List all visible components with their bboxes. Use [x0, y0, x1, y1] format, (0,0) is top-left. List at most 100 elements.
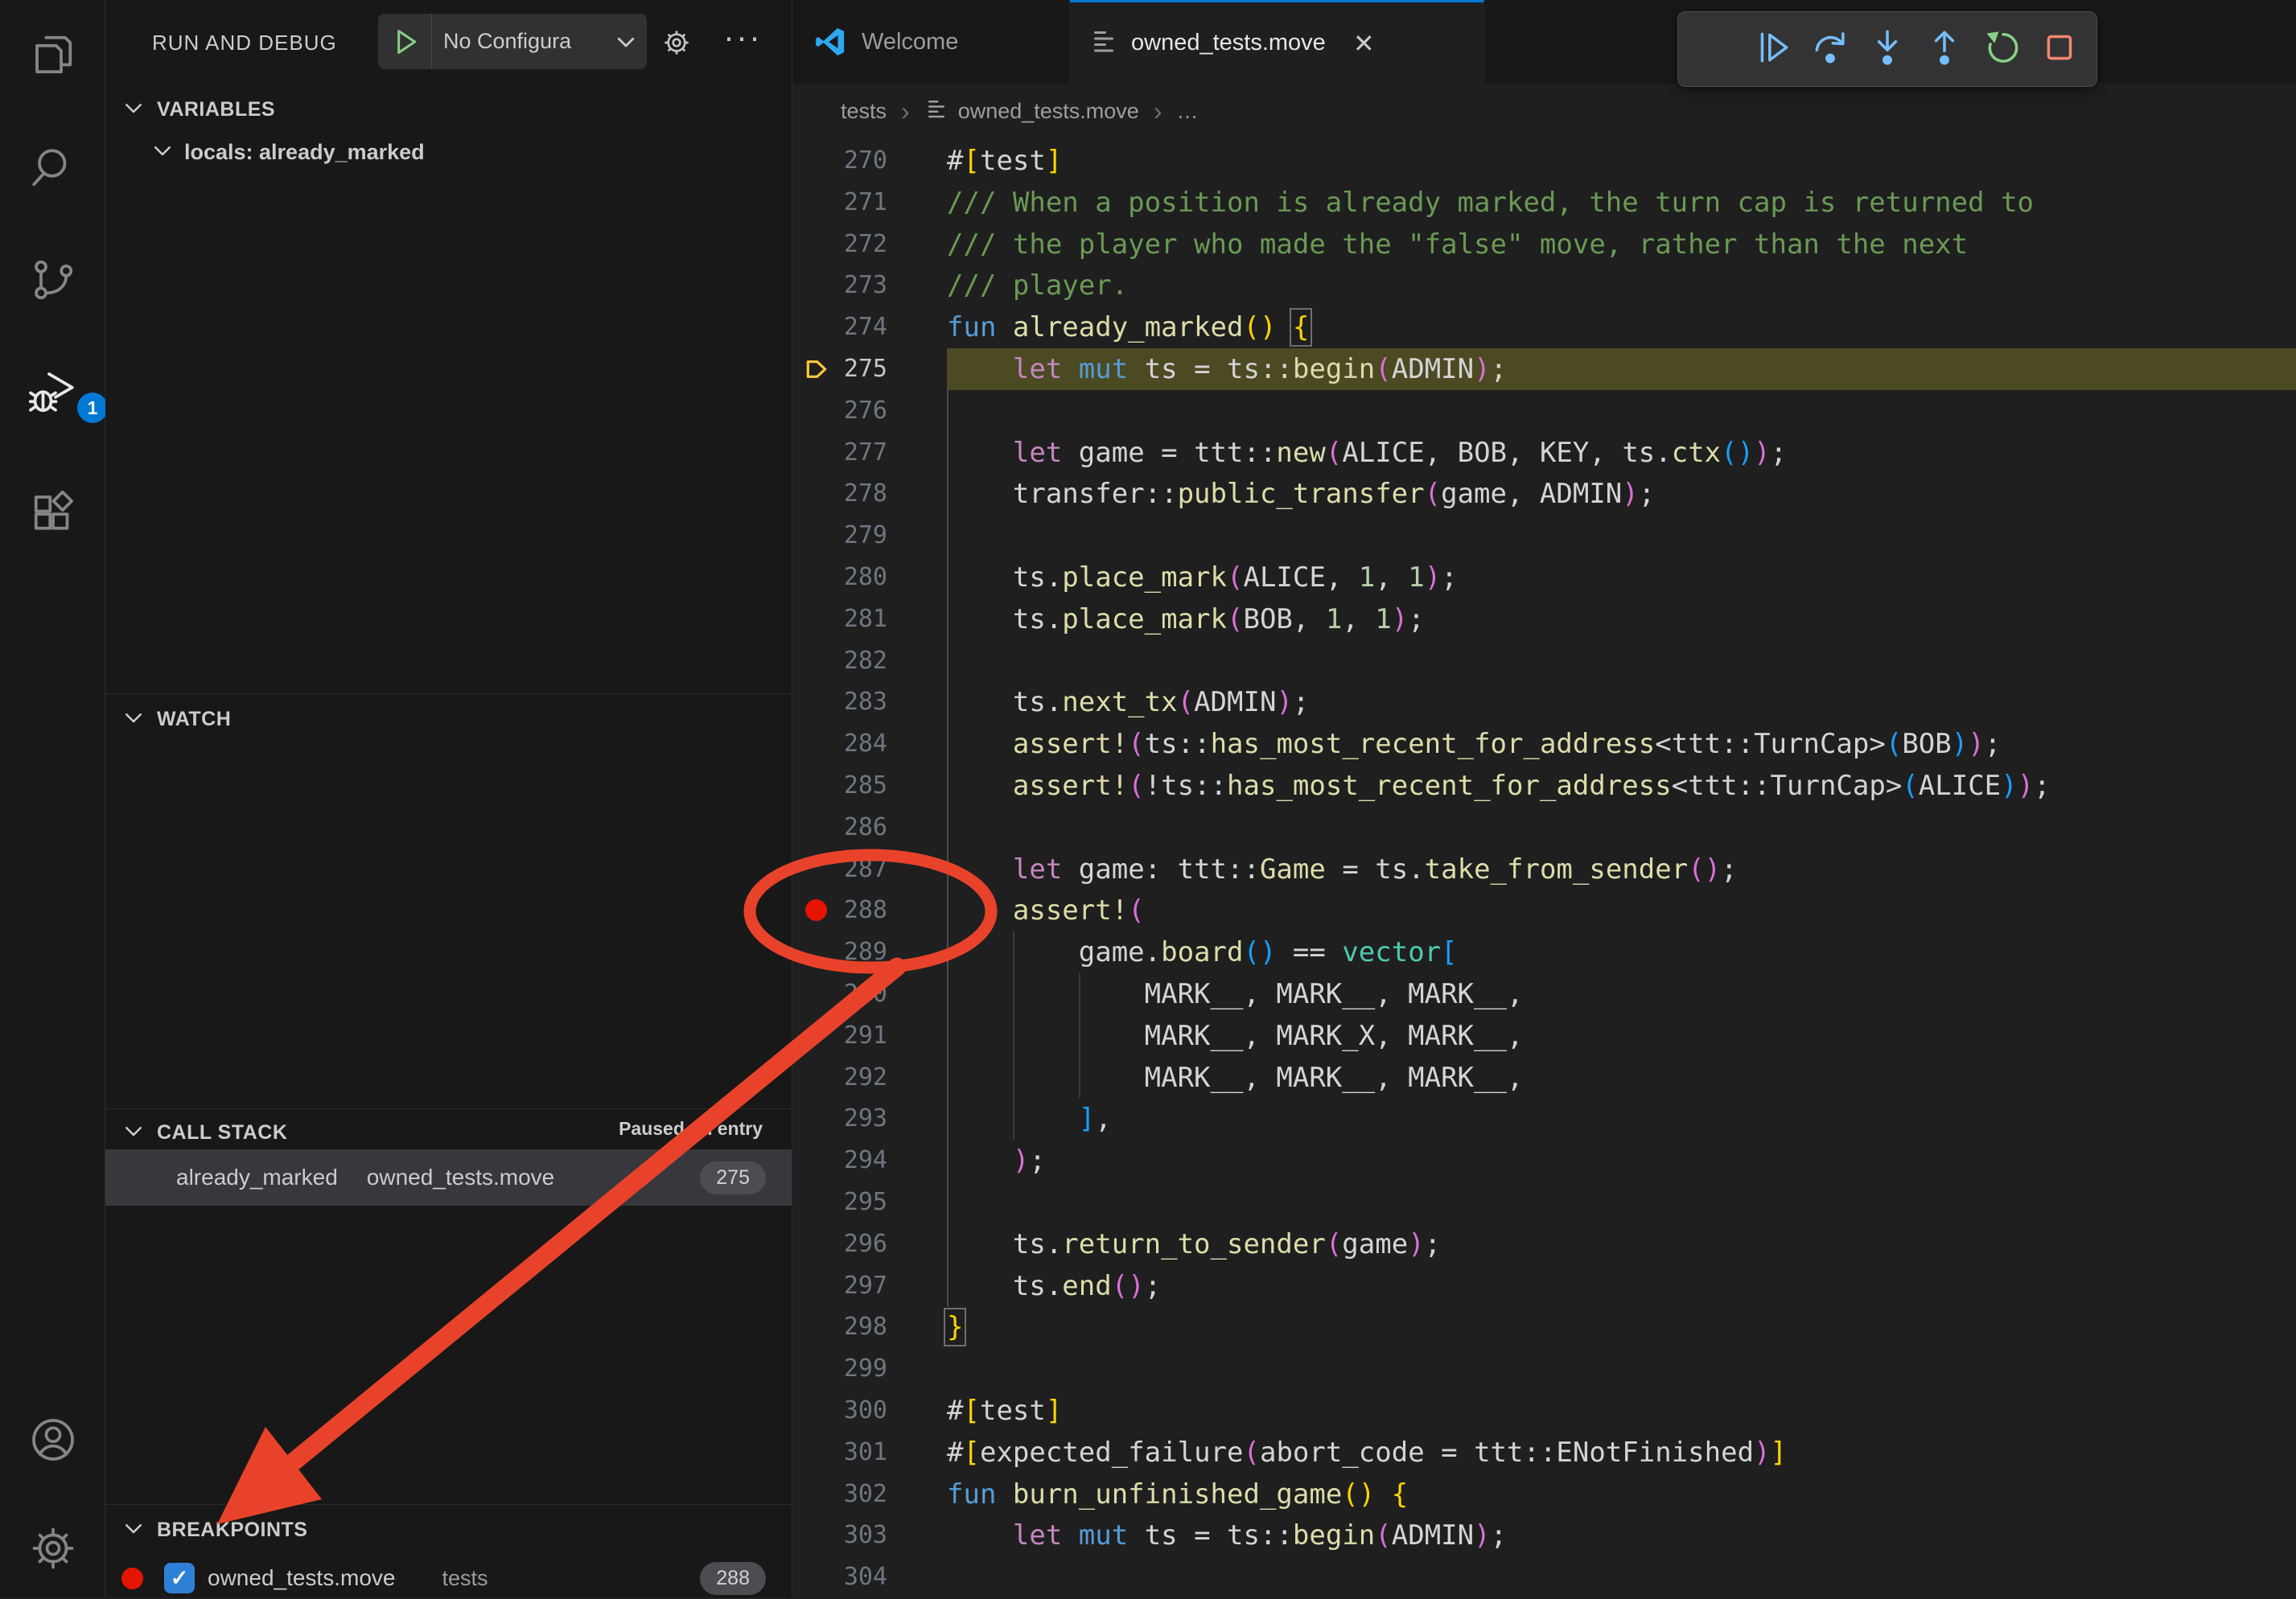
- stop-button[interactable]: [2039, 27, 2080, 72]
- code-line-294[interactable]: 294 );: [792, 1140, 2296, 1182]
- watch-section-header[interactable]: WATCH: [105, 700, 792, 738]
- breakpoint-checkbox[interactable]: ✓: [164, 1563, 195, 1593]
- code-token: ]: [1771, 1437, 1787, 1469]
- code-token: }: [947, 1311, 963, 1343]
- code-line-297[interactable]: 297 ts.end();: [792, 1265, 2296, 1307]
- code-token: ts = ts::: [1128, 353, 1293, 385]
- code-line-287[interactable]: 287 let game: ttt::Game = ts.take_from_s…: [792, 849, 2296, 890]
- breakpoint-list-item[interactable]: ✓ owned_tests.move tests 288: [105, 1557, 792, 1599]
- code-line-296[interactable]: 296 ts.return_to_sender(game);: [792, 1223, 2296, 1265]
- code-text: let mut ts = ts::begin(ADMIN);: [947, 348, 1507, 390]
- code-line-279[interactable]: 279: [792, 515, 2296, 557]
- code-token: (: [1243, 936, 1259, 968]
- code-line-285[interactable]: 285 assert!(!ts::has_most_recent_for_add…: [792, 765, 2296, 807]
- code-token: test: [980, 1395, 1046, 1427]
- start-debug-icon[interactable]: [389, 26, 422, 58]
- code-token: ): [1968, 728, 1984, 760]
- code-line-274[interactable]: 274fun already_marked() {: [792, 306, 2296, 348]
- step-out-button[interactable]: [1924, 27, 1965, 72]
- frame-file: owned_tests.move: [367, 1165, 554, 1190]
- code-line-282[interactable]: 282: [792, 640, 2296, 682]
- code-line-271[interactable]: 271/// When a position is already marked…: [792, 182, 2296, 224]
- move-file-icon: [1089, 27, 1118, 60]
- code-text: }: [947, 1306, 963, 1348]
- code-token: MARK__, MARK__, MARK__,: [947, 978, 1523, 1010]
- code-token: [947, 353, 1013, 385]
- code-token: /// When a position is already marked, t…: [947, 187, 2034, 219]
- code-token: ): [2018, 770, 2034, 802]
- debug-settings-gear-icon[interactable]: [660, 27, 693, 59]
- code-token: transfer::: [947, 478, 1178, 510]
- debug-toolbar: [1677, 11, 2097, 87]
- code-line-302[interactable]: 302fun burn_unfinished_game() {: [792, 1474, 2296, 1515]
- variables-section-header[interactable]: VARIABLES: [105, 90, 792, 129]
- restart-button[interactable]: [1982, 27, 2022, 72]
- step-into-button[interactable]: [1867, 27, 1907, 72]
- settings-gear-icon[interactable]: [29, 1524, 77, 1572]
- code-token: #: [947, 1437, 963, 1469]
- code-token: ;: [1145, 1270, 1161, 1302]
- variables-locals-row[interactable]: locals: already_marked: [150, 138, 425, 166]
- code-token: ): [1392, 603, 1408, 635]
- extensions-icon[interactable]: [29, 489, 77, 537]
- code-line-304[interactable]: 304: [792, 1556, 2296, 1598]
- code-text: /// player.: [947, 265, 1128, 306]
- code-line-275[interactable]: 275 let mut ts = ts::begin(ADMIN);: [792, 348, 2296, 390]
- code-token: game.: [947, 936, 1161, 968]
- tab-welcome[interactable]: Welcome: [792, 0, 1070, 84]
- code-line-290[interactable]: 290 MARK__, MARK__, MARK__,: [792, 973, 2296, 1015]
- code-line-284[interactable]: 284 assert!(ts::has_most_recent_for_addr…: [792, 723, 2296, 765]
- launch-config-dropdown[interactable]: No Configura: [378, 14, 647, 69]
- search-icon[interactable]: [29, 143, 77, 191]
- code-line-277[interactable]: 277 let game = ttt::new(ALICE, BOB, KEY,…: [792, 432, 2296, 474]
- code-line-293[interactable]: 293 ],: [792, 1098, 2296, 1140]
- code-line-273[interactable]: 273/// player.: [792, 265, 2296, 306]
- more-actions-icon[interactable]: ···: [723, 18, 762, 56]
- code-line-272[interactable]: 272/// the player who made the "false" m…: [792, 224, 2296, 265]
- code-line-286[interactable]: 286: [792, 807, 2296, 849]
- breakpoints-section-header[interactable]: BREAKPOINTS: [105, 1511, 792, 1549]
- code-line-280[interactable]: 280 ts.place_mark(ALICE, 1, 1);: [792, 557, 2296, 598]
- code-text: /// the player who made the "false" move…: [947, 224, 1968, 265]
- code-line-292[interactable]: 292 MARK__, MARK__, MARK__,: [792, 1057, 2296, 1099]
- code-line-295[interactable]: 295: [792, 1182, 2296, 1223]
- code-line-301[interactable]: 301#[expected_failure(abort_code = ttt::…: [792, 1432, 2296, 1474]
- run-and-debug-icon[interactable]: 1: [29, 368, 77, 417]
- line-number: 279: [792, 515, 887, 557]
- code-line-276[interactable]: 276: [792, 390, 2296, 432]
- code-line-288[interactable]: 288 assert!(: [792, 890, 2296, 931]
- breadcrumb-symbol[interactable]: …: [1176, 99, 1198, 124]
- code-line-299[interactable]: 299: [792, 1348, 2296, 1390]
- code-token: [1375, 1478, 1391, 1511]
- code-line-283[interactable]: 283 ts.next_tx(ADMIN);: [792, 681, 2296, 723]
- code-token: Game: [1260, 853, 1326, 886]
- code-text: ts.return_to_sender(game);: [947, 1223, 1441, 1265]
- code-line-281[interactable]: 281 ts.place_mark(BOB, 1, 1);: [792, 598, 2296, 640]
- breadcrumb-dir[interactable]: tests: [841, 99, 887, 124]
- step-over-button[interactable]: [1810, 27, 1850, 72]
- code-editor[interactable]: 270#[test]271/// When a position is alre…: [792, 140, 2296, 1597]
- explorer-icon[interactable]: [29, 31, 77, 79]
- code-text: MARK__, MARK__, MARK__,: [947, 973, 1523, 1015]
- code-line-300[interactable]: 300#[test]: [792, 1390, 2296, 1432]
- account-icon[interactable]: [29, 1416, 77, 1464]
- code-line-270[interactable]: 270#[test]: [792, 140, 2296, 182]
- code-line-303[interactable]: 303 let mut ts = ts::begin(ADMIN);: [792, 1515, 2296, 1556]
- code-line-291[interactable]: 291 MARK__, MARK_X, MARK__,: [792, 1015, 2296, 1057]
- call-stack-frame-row[interactable]: already_marked owned_tests.move 275: [105, 1149, 792, 1206]
- code-text: fun already_marked() {: [947, 306, 1309, 348]
- breadcrumb-file[interactable]: owned_tests.move: [958, 99, 1139, 124]
- source-control-icon[interactable]: [29, 256, 77, 304]
- code-line-298[interactable]: 298}: [792, 1306, 2296, 1348]
- code-token: = ts.: [1326, 853, 1425, 886]
- tab-owned-tests-move[interactable]: owned_tests.move ✕: [1070, 0, 1484, 84]
- code-line-278[interactable]: 278 transfer::public_transfer(game, ADMI…: [792, 473, 2296, 515]
- code-line-289[interactable]: 289 game.board() == vector[: [792, 931, 2296, 973]
- continue-button[interactable]: [1753, 27, 1793, 72]
- drag-grip-icon[interactable]: [1695, 27, 1735, 72]
- close-icon[interactable]: ✕: [1353, 28, 1375, 59]
- line-number: 298: [792, 1306, 887, 1348]
- config-label: No Configura: [443, 29, 619, 54]
- code-token: ): [1474, 353, 1490, 385]
- code-token: ctx: [1672, 437, 1721, 469]
